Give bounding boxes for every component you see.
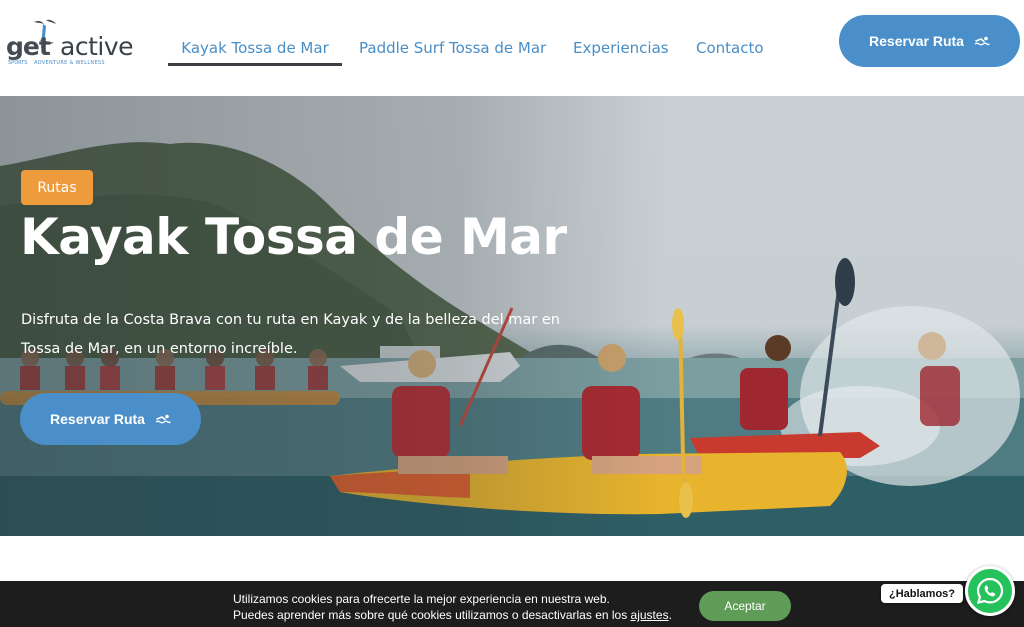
cookie-line-2-text: Puedes aprender más sobre qué cookies ut… — [233, 608, 631, 622]
swimmer-icon — [974, 36, 990, 46]
cookie-line-2-suffix: . — [668, 608, 672, 622]
cookie-settings-link[interactable]: ajustes — [631, 608, 669, 622]
cookie-line-2: Puedes aprender más sobre qué cookies ut… — [233, 607, 672, 623]
cookie-message: Utilizamos cookies para ofrecerte la mej… — [233, 591, 672, 623]
logo-sports-text: SPORTS — [8, 60, 28, 66]
hero-reservar-button[interactable]: Reservar Ruta — [20, 393, 201, 445]
accept-cookies-button[interactable]: Aceptar — [699, 591, 791, 621]
nav-item-experiencias[interactable]: Experiencias — [573, 0, 669, 96]
whatsapp-button[interactable] — [965, 566, 1015, 616]
hero-title: Kayak Tossa de Mar — [20, 208, 567, 266]
swimmer-icon — [155, 414, 171, 424]
nav-item-paddle-surf[interactable]: Paddle Surf Tossa de Mar — [359, 0, 546, 96]
cookie-line-1: Utilizamos cookies para ofrecerte la mej… — [233, 592, 610, 606]
logo-tagline: ADVENTURE & WELLNESS — [34, 60, 105, 66]
logo-active-text: active — [60, 32, 134, 61]
hero-reservar-label: Reservar Ruta — [50, 411, 145, 427]
site-logo[interactable]: get active SPORTS ADVENTURE & WELLNESS — [6, 18, 134, 68]
cookie-banner: Utilizamos cookies para ofrecerte la mej… — [0, 581, 1024, 627]
category-badge[interactable]: Rutas — [21, 170, 93, 205]
nav-item-contacto[interactable]: Contacto — [696, 0, 764, 96]
whatsapp-icon — [976, 577, 1004, 605]
hero-section: Rutas Kayak Tossa de Mar Disfruta de la … — [0, 96, 1024, 536]
header-reservar-label: Reservar Ruta — [869, 33, 964, 49]
nav-item-kayak[interactable]: Kayak Tossa de Mar — [168, 0, 342, 96]
site-header: get active SPORTS ADVENTURE & WELLNESS K… — [0, 0, 1024, 96]
header-reservar-button[interactable]: Reservar Ruta — [839, 15, 1020, 67]
chat-label[interactable]: ¿Hablamos? — [881, 584, 964, 603]
logo-get-text: get — [6, 32, 51, 61]
hero-description: Disfruta de la Costa Brava con tu ruta e… — [21, 312, 560, 357]
